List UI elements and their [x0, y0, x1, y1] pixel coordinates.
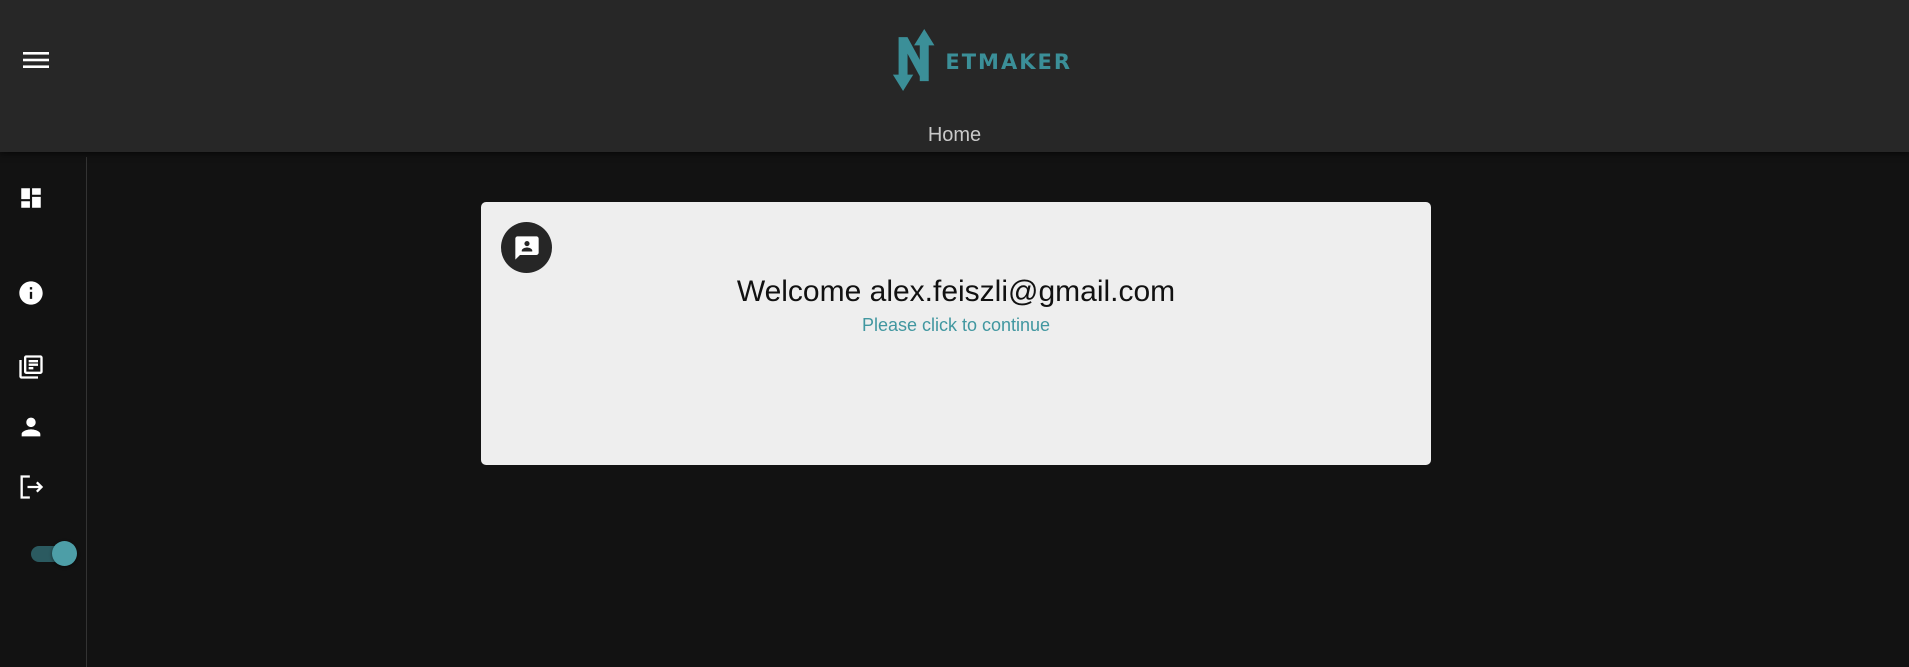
toggle-thumb: [52, 541, 77, 566]
sidebar-item-user[interactable]: [16, 412, 46, 442]
logout-icon: [20, 475, 44, 499]
sidebar: [0, 157, 87, 667]
card-avatar: [501, 222, 552, 273]
page-title: Home: [927, 124, 982, 146]
sidebar-item-info[interactable]: [16, 278, 46, 308]
theme-toggle[interactable]: [30, 540, 78, 566]
logo-text: ETMAKER: [945, 50, 1072, 74]
library-books-icon: [19, 355, 43, 379]
sidebar-item-dashboard[interactable]: [16, 183, 46, 213]
welcome-card[interactable]: Welcome alex.feiszli@gmail.com Please cl…: [481, 202, 1431, 465]
hamburger-menu-icon: [23, 52, 49, 68]
netmaker-logo[interactable]: ETMAKER: [888, 18, 1072, 102]
menu-button[interactable]: [18, 44, 54, 76]
welcome-title: Welcome alex.feiszli@gmail.com: [736, 275, 1176, 308]
info-icon: [19, 281, 43, 305]
sidebar-item-docs[interactable]: [16, 352, 46, 382]
person-icon: [21, 417, 41, 437]
contact-message-icon: [514, 235, 539, 260]
continue-prompt[interactable]: Please click to continue: [481, 315, 1431, 336]
dashboard-icon: [21, 188, 41, 208]
netmaker-logo-mark: [892, 29, 935, 91]
sidebar-item-logout[interactable]: [16, 472, 46, 502]
app-bar: ETMAKER Home: [0, 0, 1909, 152]
